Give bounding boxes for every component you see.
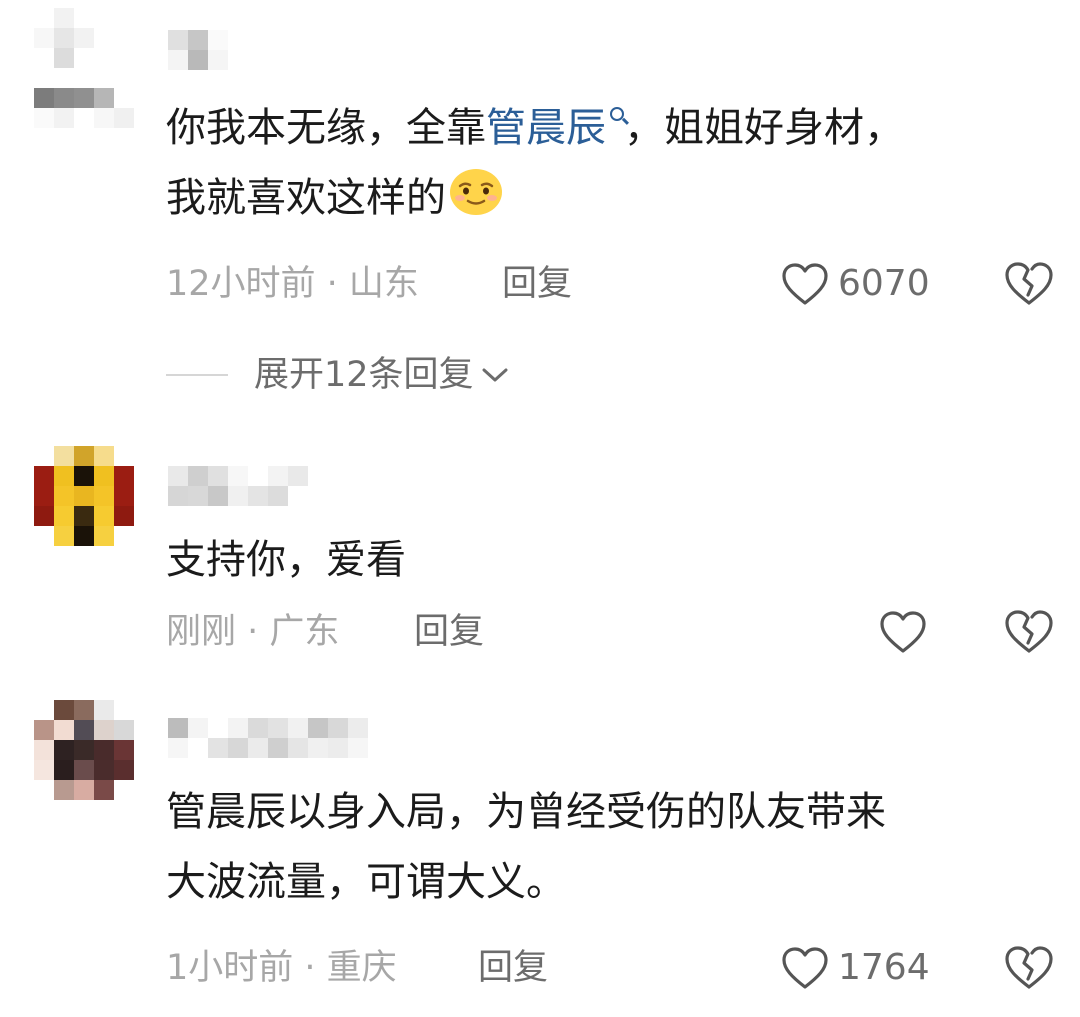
comment-text: 支持你，爱看 [166, 537, 406, 583]
time-location: 1小时前 · 重庆 [166, 948, 397, 988]
heart-outline-icon [880, 611, 926, 653]
topic-link-label: 管晨辰 [486, 105, 606, 151]
expand-replies-button[interactable]: 展开12条回复 [166, 350, 510, 400]
broken-heart-icon [1005, 610, 1053, 653]
avatar[interactable] [34, 446, 134, 566]
reply-button[interactable]: 回复 [502, 259, 572, 309]
like-count: 1764 [838, 947, 930, 988]
comment-text-part: ，姐姐好身材， [624, 105, 904, 151]
comment-text-part: 我就喜欢这样的 [166, 175, 446, 221]
like-button[interactable]: 1764 [780, 943, 930, 993]
avatar[interactable] [34, 700, 134, 820]
avatar[interactable] [34, 8, 134, 128]
like-button[interactable] [878, 607, 936, 657]
dislike-button[interactable] [1002, 259, 1056, 309]
like-button[interactable]: 6070 [780, 259, 930, 309]
like-count: 6070 [838, 263, 930, 304]
comment-text-line: 大波流量，可谓大义。 [166, 859, 566, 905]
time-location: 12小时前 · 山东 [166, 264, 419, 304]
heart-outline-icon [782, 947, 828, 989]
expand-replies-label: 展开12条回复 [254, 355, 474, 395]
dislike-button[interactable] [1002, 607, 1056, 657]
dislike-button[interactable] [1002, 943, 1056, 993]
comment-text-line: 管晨辰以身入局，为曾经受伤的队友带来 [166, 789, 886, 835]
username[interactable] [168, 718, 368, 758]
username[interactable] [168, 30, 228, 70]
reply-button[interactable]: 回复 [414, 607, 484, 657]
comment-text: 你我本无缘，全靠管晨辰 ，姐姐好身材， 我就喜欢这样的 [166, 93, 1046, 239]
comment-text: 管晨辰以身入局，为曾经受伤的队友带来 大波流量，可谓大义。 [166, 777, 1046, 917]
comment-text-part: 你我本无缘，全靠 [166, 105, 486, 151]
topic-link[interactable]: 管晨辰 [486, 105, 624, 151]
chevron-down-icon [482, 368, 508, 382]
reply-button[interactable]: 回复 [478, 943, 548, 993]
username[interactable] [168, 466, 308, 506]
broken-heart-icon [1005, 946, 1053, 989]
search-icon [610, 107, 624, 121]
time-location: 刚刚 · 广东 [166, 612, 340, 652]
divider-line [166, 374, 228, 376]
broken-heart-icon [1005, 262, 1053, 305]
smirk-emoji-icon [448, 167, 504, 239]
heart-outline-icon [782, 263, 828, 305]
